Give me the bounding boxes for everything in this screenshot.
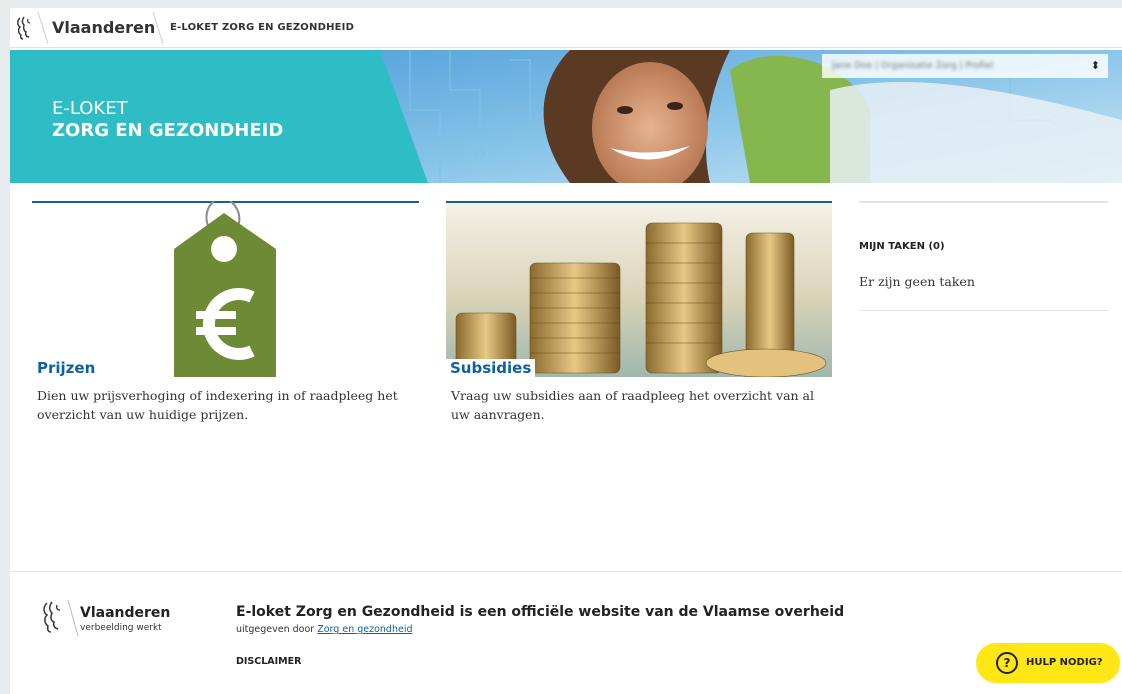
card-prijzen[interactable]: Prijzen Dien uw prijsverhoging of indexe… bbox=[32, 201, 419, 441]
tasks-divider-top bbox=[859, 201, 1108, 203]
tasks-heading: MIJN TAKEN (0) bbox=[859, 241, 945, 252]
card-title-prijzen[interactable]: Prijzen bbox=[37, 359, 95, 377]
question-circle-icon: ? bbox=[996, 652, 1018, 674]
footer-published-by: uitgegeven door Zorg en gezondheid bbox=[236, 624, 413, 635]
publisher-link[interactable]: Zorg en gezondheid bbox=[317, 624, 412, 635]
flemish-lion-logo-icon[interactable] bbox=[14, 15, 34, 41]
card-description-prijzen: Dien uw prijsverhoging of indexering in … bbox=[37, 388, 398, 422]
footer-brand: Vlaanderen bbox=[80, 605, 171, 621]
tasks-divider-bottom bbox=[859, 310, 1108, 311]
hero-banner: E-LOKET ZORG EN GEZONDHEID Jane Doe | Or… bbox=[10, 50, 1122, 183]
price-tag-euro-icon bbox=[174, 201, 276, 377]
profile-selector-value: Jane Doe | Organisatie Zorg | Profiel bbox=[832, 61, 994, 71]
tasks-empty-message: Er zijn geen taken bbox=[859, 274, 975, 289]
top-bar: Vlaanderen E-LOKET ZORG EN GEZONDHEID bbox=[10, 8, 1122, 48]
coin-stacks-image bbox=[446, 203, 832, 377]
header-separator bbox=[152, 11, 164, 45]
site-name-link[interactable]: E-LOKET ZORG EN GEZONDHEID bbox=[170, 22, 354, 33]
card-description-subsidies: Vraag uw subsidies aan of raadpleeg het … bbox=[451, 388, 815, 422]
header-separator bbox=[37, 11, 49, 45]
footer: Vlaanderen verbeelding werkt E-loket Zor… bbox=[10, 571, 1122, 694]
footer-tagline: verbeelding werkt bbox=[80, 623, 162, 633]
footer-logo-separator bbox=[67, 599, 79, 637]
chevron-up-down-icon: ⬍ bbox=[1090, 59, 1100, 72]
help-button-label: HULP NODIG? bbox=[1026, 657, 1103, 668]
banner-title-line1: E-LOKET bbox=[52, 98, 128, 119]
published-by-prefix: uitgegeven door bbox=[236, 624, 318, 635]
vlaanderen-home-link[interactable]: Vlaanderen bbox=[52, 18, 155, 37]
card-subsidies[interactable]: Subsidies Vraag uw subsidies aan of raad… bbox=[446, 201, 832, 441]
disclaimer-link[interactable]: DISCLAIMER bbox=[236, 656, 301, 667]
page: Vlaanderen E-LOKET ZORG EN GEZONDHEID E-… bbox=[10, 8, 1122, 694]
card-title-subsidies[interactable]: Subsidies bbox=[446, 359, 536, 377]
flemish-lion-logo-icon[interactable] bbox=[40, 599, 64, 635]
banner-title-line2: ZORG EN GEZONDHEID bbox=[52, 120, 284, 141]
footer-official-statement: E-loket Zorg en Gezondheid is een offici… bbox=[236, 604, 845, 620]
profile-selector[interactable]: Jane Doe | Organisatie Zorg | Profiel ⬍ bbox=[822, 54, 1108, 78]
help-button[interactable]: ? HULP NODIG? bbox=[976, 643, 1120, 683]
